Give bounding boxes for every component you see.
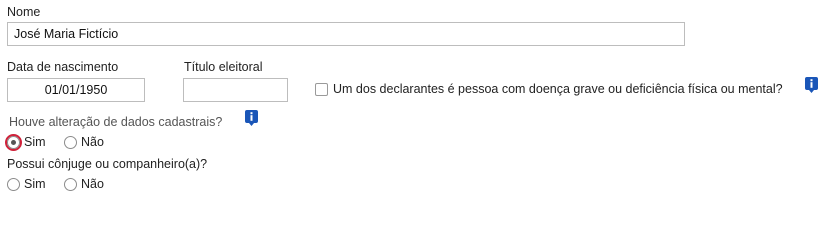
conjuge-sim-radio[interactable] [7,178,20,191]
info-icon[interactable] [805,77,818,93]
conjuge-sim-label[interactable]: Sim [24,177,46,191]
nome-input[interactable] [7,22,685,46]
titulo-eleitoral-input[interactable] [183,78,288,102]
conjuge-question: Possui cônjuge ou companheiro(a)? [7,157,208,171]
info-icon[interactable] [245,110,258,126]
doenca-grave-checkbox[interactable] [315,83,328,96]
data-nascimento-input[interactable] [7,78,145,102]
alteracao-sim-label[interactable]: Sim [24,135,46,149]
titulo-eleitoral-label: Título eleitoral [184,60,263,74]
alteracao-nao-radio[interactable] [64,136,77,149]
doenca-grave-label: Um dos declarantes é pessoa com doença g… [333,82,783,96]
conjuge-nao-radio[interactable] [64,178,77,191]
data-nascimento-label: Data de nascimento [7,60,119,74]
alteracao-sim-radio[interactable] [7,136,20,149]
nome-label: Nome [7,5,41,19]
conjuge-nao-label[interactable]: Não [81,177,104,191]
alteracao-cadastral-question: Houve alteração de dados cadastrais? [9,115,223,129]
alteracao-nao-label[interactable]: Não [81,135,104,149]
